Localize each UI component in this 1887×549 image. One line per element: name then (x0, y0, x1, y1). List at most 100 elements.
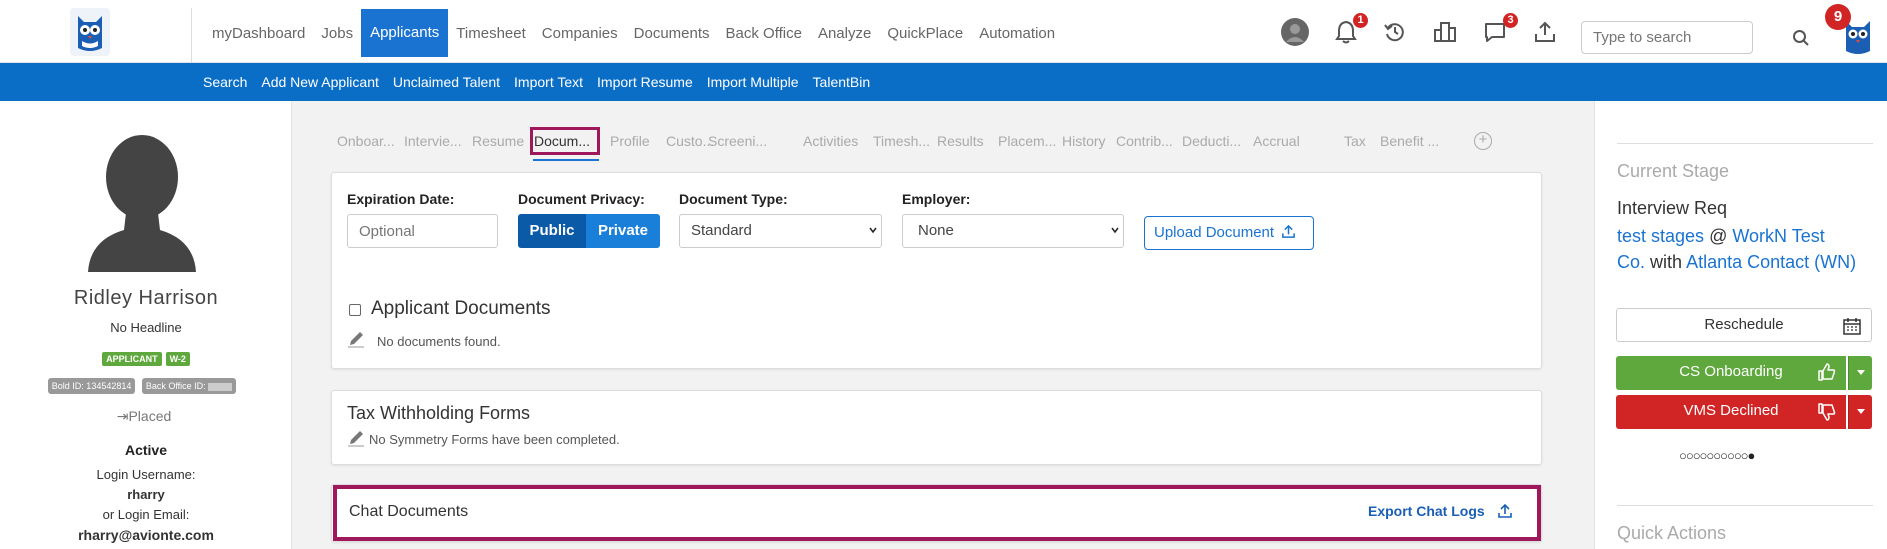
tab-interview[interactable]: Intervie... (404, 133, 472, 153)
chat-documents-highlight (333, 485, 1541, 541)
tab-profile[interactable]: Profile (610, 133, 666, 153)
document-type-select[interactable]: Standard (679, 214, 882, 248)
quick-actions-heading: Quick Actions (1617, 523, 1727, 543)
upload-document-button[interactable]: Upload Document (1144, 216, 1314, 250)
back-office-id: Back Office ID: (141, 378, 237, 394)
search-input[interactable] (1581, 21, 1753, 54)
cs-onboarding-button[interactable]: CS Onboarding (1616, 356, 1846, 390)
tab-placements[interactable]: Placem... (998, 133, 1062, 153)
stage-link-test-stages[interactable]: test stages (1617, 226, 1704, 246)
nav-mydashboard[interactable]: myDashboard (204, 10, 313, 58)
tab-tax[interactable]: Tax (1344, 133, 1380, 153)
tab-resume[interactable]: Resume (472, 133, 534, 153)
current-stage-heading: Current Stage (1617, 161, 1730, 181)
subnav-talentbin[interactable]: TalentBin (813, 74, 871, 90)
profile-panel: Ridley Harrison No Headline APPLICANT W-2… (0, 101, 292, 549)
stage-detail: test stages @ WorkN Test Co. with Atlant… (1617, 226, 1857, 272)
tax-forms-empty-text: No Symmetry Forms have been completed. (369, 432, 620, 447)
document-type-label: Document Type: (679, 191, 788, 207)
nav-applicants[interactable]: Applicants (361, 8, 449, 57)
documents-tab-underline (533, 159, 599, 161)
nav-timesheet[interactable]: Timesheet (448, 10, 533, 58)
subnav-add-new-applicant[interactable]: Add New Applicant (261, 74, 379, 90)
login-username: rharry (127, 487, 165, 502)
upload-icon[interactable] (1530, 17, 1560, 47)
nav-jobs[interactable]: Jobs (313, 10, 361, 58)
tab-benefits[interactable]: Benefit ... (1380, 133, 1462, 153)
stage-progress-dots: ○○○○○○○○○○● (1679, 448, 1755, 463)
cs-onboarding-dropdown[interactable] (1848, 356, 1872, 390)
profile-name: Ridley Harrison (73, 287, 219, 309)
tax-forms-card (331, 390, 1542, 465)
tag-w2: W-2 (165, 352, 190, 366)
nav-separator (191, 8, 192, 63)
tab-accrual[interactable]: Accrual (1253, 133, 1344, 153)
employer-select[interactable]: None (902, 214, 1124, 248)
nav-quickplace[interactable]: QuickPlace (879, 10, 971, 58)
stage-divider-top (1617, 143, 1873, 144)
subnav-import-resume[interactable]: Import Resume (597, 74, 693, 90)
tab-contributions[interactable]: Contrib... (1116, 133, 1182, 153)
user-badge: 9 (1825, 4, 1851, 30)
nav-documents[interactable]: Documents (626, 10, 718, 58)
subnav-import-multiple[interactable]: Import Multiple (707, 74, 799, 90)
profile-headline: No Headline (110, 320, 182, 335)
org-chart-icon[interactable] (1430, 17, 1460, 47)
owl-logo-icon[interactable] (70, 8, 110, 56)
no-documents-text: No documents found. (377, 334, 501, 349)
add-tab-icon[interactable]: + (1474, 132, 1492, 150)
pencil-icon (348, 332, 364, 348)
tab-activities[interactable]: Activities (803, 133, 873, 153)
nav-companies[interactable]: Companies (534, 10, 626, 58)
profile-tags: APPLICANT W-2 (0, 349, 292, 367)
expiration-date-input[interactable] (347, 214, 498, 248)
nav-analyze[interactable]: Analyze (810, 10, 879, 58)
public-toggle-button[interactable]: Public (518, 214, 586, 248)
subnav-unclaimed-talent[interactable]: Unclaimed Talent (393, 74, 500, 90)
tab-custom[interactable]: Custo... (666, 133, 714, 153)
document-privacy-label: Document Privacy: (518, 191, 645, 207)
login-email-label: or Login Email: (102, 507, 190, 522)
bold-id: Bold ID: 134542814 (47, 378, 136, 394)
applicant-documents-checkbox[interactable] (349, 304, 361, 316)
notifications-badge: 1 (1353, 13, 1368, 28)
reschedule-button[interactable]: Reschedule (1616, 308, 1872, 342)
applicant-tabs: Onboar... Intervie... Resume Docum... Pr… (337, 133, 1462, 153)
tag-applicant: APPLICANT (102, 352, 162, 366)
tab-timesheet[interactable]: Timesh... (873, 133, 937, 153)
expiration-date-label: Expiration Date: (347, 191, 455, 207)
chevron-down-icon (1111, 227, 1119, 234)
applicant-documents-title: Applicant Documents (371, 298, 551, 319)
tab-history[interactable]: History (1062, 133, 1116, 153)
search-icon[interactable] (1792, 29, 1810, 47)
tab-screening[interactable]: Screeni... (708, 133, 803, 153)
placed-link[interactable]: ⇥Placed (0, 408, 290, 425)
vms-declined-dropdown[interactable] (1848, 395, 1872, 429)
tab-results[interactable]: Results (937, 133, 998, 153)
profile-silhouette-icon (88, 135, 196, 272)
chat-documents-title: Chat Documents (349, 503, 469, 520)
private-toggle-button[interactable]: Private (586, 214, 660, 248)
messages-badge: 3 (1503, 13, 1518, 28)
nav-automation[interactable]: Automation (971, 10, 1063, 58)
stage-link-contact[interactable]: Atlanta Contact (WN) (1686, 252, 1856, 272)
caret-down-icon (1857, 409, 1865, 414)
history-icon[interactable] (1380, 17, 1410, 47)
subnav-search[interactable]: Search (203, 74, 247, 90)
sub-navbar: Search Add New Applicant Unclaimed Talen… (0, 63, 1887, 101)
profile-status: Active (124, 442, 168, 458)
export-chat-logs-button[interactable]: Export Chat Logs (1368, 503, 1513, 519)
login-email: rharry@avionte.com (78, 527, 214, 543)
user-avatar-icon[interactable] (1280, 17, 1310, 47)
tab-deductions[interactable]: Deducti... (1182, 133, 1253, 153)
vms-declined-button[interactable]: VMS Declined (1616, 395, 1846, 429)
login-username-label: Login Username: (96, 467, 196, 482)
nav-back-office[interactable]: Back Office (718, 10, 810, 58)
upload-icon (1497, 503, 1512, 518)
thumbs-down-icon (1818, 403, 1836, 421)
tab-onboarding[interactable]: Onboar... (337, 133, 404, 153)
subnav-import-text[interactable]: Import Text (514, 74, 583, 90)
calendar-icon (1843, 318, 1861, 335)
tax-forms-title: Tax Withholding Forms (347, 403, 531, 423)
sign-out-icon: ⇥ (116, 408, 129, 424)
